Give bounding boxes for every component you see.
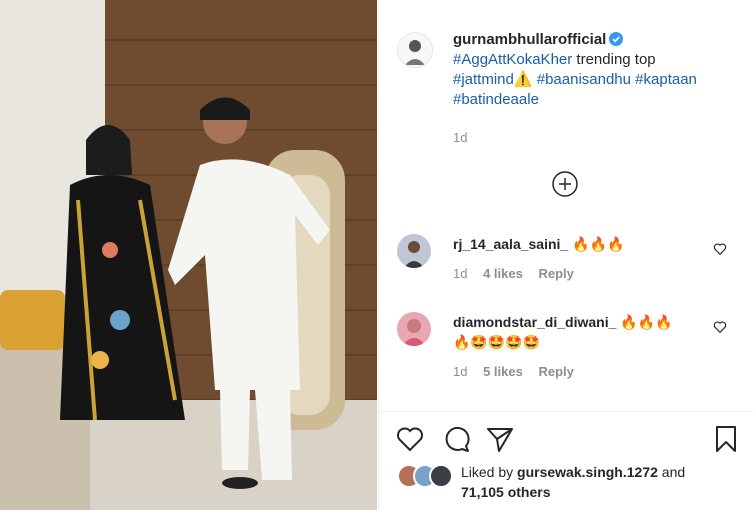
liked-by-prefix: Liked by xyxy=(461,464,514,480)
reply-button[interactable]: Reply xyxy=(538,266,573,281)
warning-emoji: ⚠️ xyxy=(513,71,533,88)
author-avatar[interactable] xyxy=(397,32,433,68)
post-media[interactable] xyxy=(0,0,377,510)
hashtag-link[interactable]: #jattmind xyxy=(453,71,514,88)
liker-avatar[interactable] xyxy=(429,464,453,488)
comment-item: diamondstar_di_diwani_ 🔥🔥🔥 🔥🤩🤩🤩🤩 1d 5 li… xyxy=(397,312,737,392)
like-comment-heart-icon[interactable] xyxy=(713,320,727,334)
liked-by-others[interactable]: 71,105 others xyxy=(461,484,551,500)
comment-likes[interactable]: 5 likes xyxy=(483,364,523,379)
share-icon[interactable] xyxy=(485,424,515,454)
hashtag-link[interactable]: #baanisandhu xyxy=(537,71,631,88)
liked-by: Liked by gursewak.singh.1272 and 71,105 … xyxy=(397,462,737,502)
caption-text: gurnambhullarofficial #AggAttKokaKher tr… xyxy=(453,30,743,148)
comment-text: 🔥🔥🔥 xyxy=(572,236,625,252)
commenter-avatar[interactable] xyxy=(397,234,431,268)
comment-icon[interactable] xyxy=(441,424,471,454)
liked-by-text: Liked by gursewak.singh.1272 and 71,105 … xyxy=(461,462,685,502)
post-photo xyxy=(0,0,377,510)
hashtag-link[interactable]: #batindeaale xyxy=(453,91,539,108)
comment-actions: 1d 4 likes Reply xyxy=(453,264,713,284)
comment-time: 1d xyxy=(453,364,468,379)
comment-likes[interactable]: 4 likes xyxy=(483,266,523,281)
commenter-username[interactable]: rj_14_aala_saini_ xyxy=(453,236,568,252)
liked-by-user[interactable]: gursewak.singh.1272 xyxy=(517,464,658,480)
actions-divider xyxy=(379,411,753,412)
hashtag-link[interactable]: #kaptaan xyxy=(635,71,697,88)
heart-icon[interactable] xyxy=(395,424,425,454)
comment-text: 🔥🔥🔥 xyxy=(620,314,673,330)
load-more-comments-icon[interactable] xyxy=(551,170,579,198)
comment-time: 1d xyxy=(453,266,468,281)
caption-plain-text: trending top xyxy=(576,51,656,68)
verified-icon xyxy=(609,32,624,46)
post-details-panel: gurnambhullarofficial #AggAttKokaKher tr… xyxy=(378,0,753,510)
hashtag-link[interactable]: #AggAttKokaKher xyxy=(453,51,572,68)
bookmark-icon[interactable] xyxy=(711,424,741,454)
comment-item: rj_14_aala_saini_ 🔥🔥🔥 1d 4 likes Reply xyxy=(397,234,737,294)
commenter-username[interactable]: diamondstar_di_diwani_ xyxy=(453,314,616,330)
liked-by-avatars xyxy=(397,464,459,488)
commenter-avatar[interactable] xyxy=(397,312,431,346)
comment-text-line2: 🔥🤩🤩🤩🤩 xyxy=(453,334,541,350)
like-comment-heart-icon[interactable] xyxy=(713,242,727,256)
author-username[interactable]: gurnambhullarofficial xyxy=(453,31,606,48)
post-time: 1d xyxy=(453,130,468,145)
liked-by-and: and xyxy=(661,464,686,480)
reply-button[interactable]: Reply xyxy=(538,364,573,379)
comment-actions: 1d 5 likes Reply xyxy=(453,362,713,382)
